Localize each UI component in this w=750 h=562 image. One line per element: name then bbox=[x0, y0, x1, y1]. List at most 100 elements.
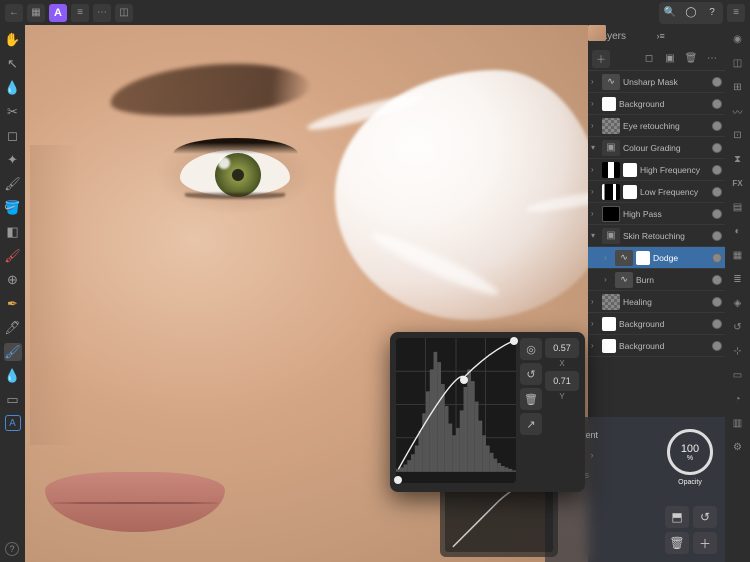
visibility-toggle[interactable] bbox=[712, 231, 722, 241]
curve-type-button[interactable]: ↗ bbox=[520, 413, 542, 435]
persona-button[interactable]: A bbox=[49, 4, 67, 22]
layer-row[interactable]: ›∿Unsharp Mask bbox=[588, 71, 725, 93]
expand-icon[interactable]: ▾ bbox=[591, 231, 599, 240]
layer-row[interactable]: ›∿Burn bbox=[588, 269, 725, 291]
eyedropper-tool[interactable]: 💧 bbox=[4, 367, 22, 385]
heal-tool[interactable]: 🖌 bbox=[4, 247, 22, 265]
swatches-studio-icon[interactable]: ◫ bbox=[730, 55, 746, 71]
expand-icon[interactable]: › bbox=[604, 253, 612, 262]
add-layer-button[interactable]: ＋ bbox=[592, 50, 610, 68]
gradient-tool[interactable]: ◧ bbox=[4, 223, 22, 241]
expand-icon[interactable]: › bbox=[591, 187, 599, 196]
fx-studio-icon[interactable]: FX bbox=[730, 175, 746, 191]
curve-point[interactable] bbox=[394, 476, 402, 484]
expand-icon[interactable]: › bbox=[591, 99, 599, 108]
document-menu-button[interactable]: ≡ bbox=[727, 4, 745, 22]
menu-button[interactable]: ≡ bbox=[71, 4, 89, 22]
brush-paint-tool[interactable]: 🖌 bbox=[4, 175, 22, 193]
visibility-toggle[interactable] bbox=[712, 319, 722, 329]
color-picker-tool[interactable]: 💧 bbox=[4, 79, 22, 97]
layer-row[interactable]: ›Eye retouching bbox=[588, 115, 725, 137]
assets-studio-icon[interactable]: ◈ bbox=[730, 295, 746, 311]
shape-tool[interactable]: ▭ bbox=[4, 391, 22, 409]
layer-row[interactable]: ›Background bbox=[588, 93, 725, 115]
pen-tool[interactable]: ✒ bbox=[4, 295, 22, 313]
adjust-studio-icon[interactable]: ◐ bbox=[730, 223, 746, 239]
grid-view-button[interactable]: ▦ bbox=[27, 4, 45, 22]
color-studio-icon[interactable]: ◉ bbox=[730, 31, 746, 47]
timer-studio-icon[interactable]: ⧗ bbox=[730, 151, 746, 167]
curve-point[interactable] bbox=[510, 337, 518, 345]
x-value-input[interactable]: 0.57 bbox=[545, 338, 579, 358]
reset-button[interactable]: ↺ bbox=[693, 506, 717, 528]
visibility-toggle[interactable] bbox=[712, 143, 722, 153]
selection-tool[interactable]: ◻ bbox=[4, 127, 22, 145]
help-top-button[interactable]: ? bbox=[703, 4, 721, 22]
stroke-studio-icon[interactable]: 〰 bbox=[730, 103, 746, 119]
visibility-toggle[interactable] bbox=[712, 77, 722, 87]
opacity-dial[interactable]: 100 % Opacity bbox=[667, 429, 713, 475]
layer-row[interactable]: ›Background bbox=[588, 313, 725, 335]
help-button[interactable]: ? bbox=[5, 542, 19, 556]
settings-studio-icon[interactable]: ⚙ bbox=[730, 439, 746, 455]
visibility-toggle[interactable] bbox=[712, 209, 722, 219]
mask-button[interactable]: ◻ bbox=[640, 50, 658, 68]
text-tool[interactable]: A bbox=[5, 415, 21, 431]
channels-studio-icon[interactable]: ▦ bbox=[730, 247, 746, 263]
hand-tool[interactable]: ✋ bbox=[4, 31, 22, 49]
expand-icon[interactable]: ▾ bbox=[591, 143, 599, 152]
zoom-button[interactable]: 🔍 bbox=[661, 4, 679, 22]
expand-icon[interactable]: › bbox=[591, 209, 599, 218]
delete-layer-button[interactable]: 🗑 bbox=[682, 50, 700, 68]
collapse-icon[interactable]: ›≡ bbox=[657, 31, 718, 41]
expand-icon[interactable]: › bbox=[591, 165, 599, 174]
visibility-toggle[interactable] bbox=[712, 275, 722, 285]
clone-tool[interactable]: ⊕ bbox=[4, 271, 22, 289]
layer-row[interactable]: ›Background bbox=[588, 335, 725, 357]
visibility-toggle[interactable] bbox=[712, 99, 722, 109]
wand-tool[interactable]: ✦ bbox=[4, 151, 22, 169]
history-studio-icon[interactable]: ↺ bbox=[730, 319, 746, 335]
text-studio-icon[interactable]: ⊡ bbox=[730, 127, 746, 143]
brushes-studio-icon[interactable]: ⊞ bbox=[730, 79, 746, 95]
layers-studio-icon[interactable]: ≣ bbox=[730, 271, 746, 287]
visibility-toggle[interactable] bbox=[712, 297, 722, 307]
merge-button[interactable]: ⬒ bbox=[665, 506, 689, 528]
layer-row[interactable]: ›Low Frequency bbox=[588, 181, 725, 203]
y-value-input[interactable]: 0.71 bbox=[545, 371, 579, 391]
visibility-toggle[interactable] bbox=[712, 165, 722, 175]
navigator-studio-icon[interactable]: ▭ bbox=[730, 367, 746, 383]
curve-point[interactable] bbox=[460, 376, 468, 384]
visibility-toggle[interactable] bbox=[712, 121, 722, 131]
dodge-tool[interactable]: 🖊 bbox=[4, 319, 22, 337]
layer-row[interactable]: ›High Pass bbox=[588, 203, 725, 225]
expand-icon[interactable]: › bbox=[591, 319, 599, 328]
picker-button[interactable]: ◎ bbox=[520, 338, 542, 360]
add-adj-button[interactable]: ＋ bbox=[693, 532, 717, 554]
expand-icon[interactable]: › bbox=[591, 341, 599, 350]
delete-point-button[interactable]: 🗑 bbox=[520, 388, 542, 410]
fill-tool[interactable]: 🪣 bbox=[4, 199, 22, 217]
curves-graph[interactable] bbox=[396, 338, 516, 483]
expand-icon[interactable]: › bbox=[591, 121, 599, 130]
brush-tool[interactable]: 🖌 bbox=[4, 343, 22, 361]
transform-studio-icon[interactable]: ⊹ bbox=[730, 343, 746, 359]
layer-row[interactable]: ▾▣Skin Retouching bbox=[588, 225, 725, 247]
stock-studio-icon[interactable]: ▤ bbox=[730, 199, 746, 215]
info-studio-icon[interactable]: ▥ bbox=[730, 415, 746, 431]
crop-tool[interactable]: ✂ bbox=[4, 103, 22, 121]
visibility-toggle[interactable] bbox=[712, 187, 722, 197]
visibility-toggle[interactable] bbox=[712, 253, 722, 263]
layer-options-button[interactable]: ⋯ bbox=[703, 50, 721, 68]
delete-adj-button[interactable]: 🗑 bbox=[665, 532, 689, 554]
curves-popup[interactable]: ◎ ↺ 🗑 ↗ 0.57 X 0.71 Y bbox=[390, 332, 585, 492]
histogram-studio-icon[interactable]: ◔ bbox=[730, 391, 746, 407]
lasso-button[interactable]: ◯ bbox=[682, 4, 700, 22]
reset-curve-button[interactable]: ↺ bbox=[520, 363, 542, 385]
visibility-toggle[interactable] bbox=[712, 341, 722, 351]
layer-row[interactable]: ›Healing bbox=[588, 291, 725, 313]
layer-row[interactable]: ›High Frequency bbox=[588, 159, 725, 181]
expand-icon[interactable]: › bbox=[591, 297, 599, 306]
more-button[interactable]: ⋯ bbox=[93, 4, 111, 22]
layer-row[interactable]: ›∿Dodge bbox=[588, 247, 725, 269]
